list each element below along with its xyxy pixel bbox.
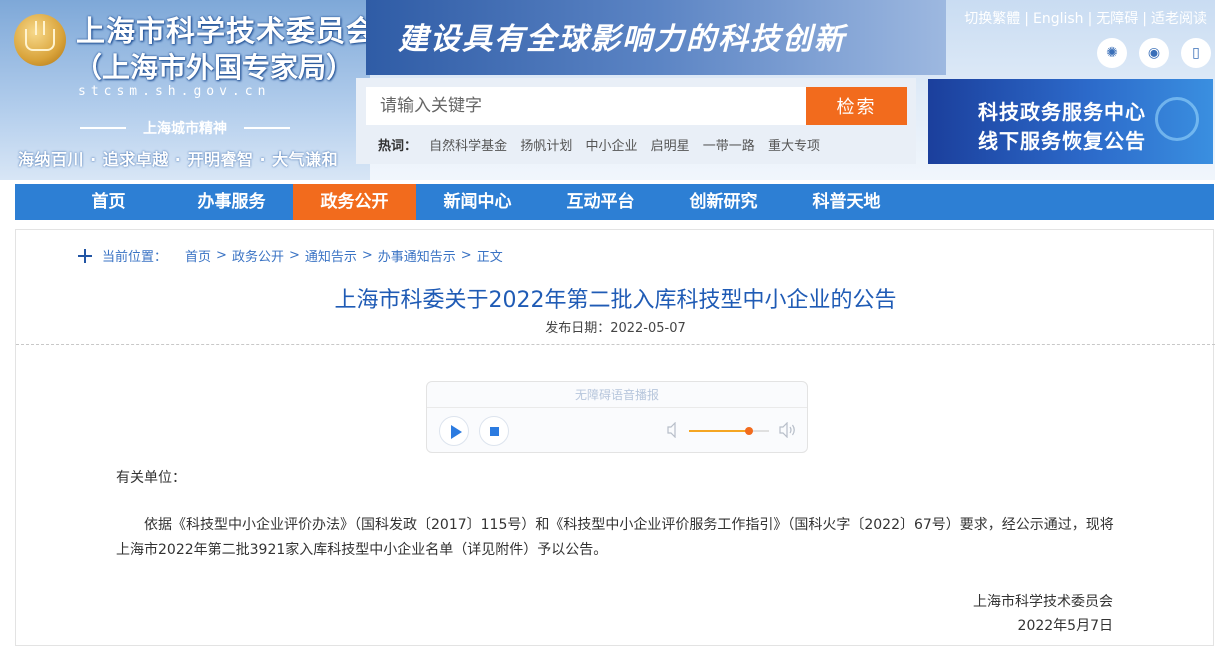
elderly-reading-link[interactable]: 适老阅读 — [1151, 11, 1207, 27]
title-divider — [16, 344, 1215, 345]
nav-interaction[interactable]: 互动平台 — [539, 184, 662, 220]
breadcrumb-label: 当前位置： — [102, 250, 168, 265]
hot-word-link[interactable]: 一带一路 — [703, 139, 755, 154]
nav-news-center[interactable]: 新闻中心 — [416, 184, 539, 220]
breadcrumb-arrow: > — [460, 248, 472, 263]
utility-separator: | — [1024, 11, 1029, 27]
location-icon — [78, 248, 92, 263]
hot-word-link[interactable]: 扬帆计划 — [520, 139, 572, 154]
addressee: 有关单位： — [116, 470, 186, 486]
publish-date-value: 2022-05-07 — [610, 321, 686, 336]
breadcrumb-notices[interactable]: 通知告示 — [305, 246, 357, 265]
nav-home[interactable]: 首页 — [47, 184, 170, 220]
publish-date-label: 发布日期： — [545, 321, 611, 336]
signature-date: 2022年5月7日 — [1017, 618, 1113, 634]
government-emblem-icon — [14, 14, 66, 66]
nav-government-affairs[interactable]: 政务公开 — [293, 184, 416, 220]
search-panel: 检索 热词： 自然科学基金 扬帆计划 中小企业 启明星 一带一路 重大专项 — [356, 78, 916, 164]
header-banner: 建设具有全球影响力的科技创新 — [366, 0, 946, 75]
social-links: ✺ ◉ ▯ — [1097, 38, 1211, 68]
org-name: 上海市科学技术委员会 — [76, 14, 377, 48]
nav-innovation-research[interactable]: 创新研究 — [662, 184, 785, 220]
breadcrumb-arrow: > — [288, 248, 300, 263]
volume-down-icon[interactable] — [667, 422, 681, 438]
wechat-icon[interactable]: ◉ — [1139, 38, 1169, 68]
nav-services[interactable]: 办事服务 — [170, 184, 293, 220]
hot-word-link[interactable]: 启明星 — [651, 139, 690, 154]
city-spirit-slogan: 海纳百川 · 追求卓越 · 开明睿智 · 大气谦和 — [18, 150, 339, 169]
hot-word-link[interactable]: 重大专项 — [768, 139, 820, 154]
volume-slider-fill — [689, 430, 749, 432]
hot-word-link[interactable]: 中小企业 — [585, 139, 637, 154]
breadcrumb-current: 正文 — [476, 250, 503, 265]
article-panel: 当前位置： 首页 > 政务公开 > 通知告示 > 办事通知告示 > 正文 上海市… — [15, 229, 1215, 646]
breadcrumb-service-notices[interactable]: 办事通知告示 — [378, 246, 456, 265]
audio-player: 无障碍语音播报 — [426, 381, 808, 453]
article-paragraph: 依据《科技型中小企业评价办法》（国科发政〔2017〕115号）和《科技型中小企业… — [116, 517, 1114, 558]
ad-line-1: 科技政务服务中心 — [978, 100, 1146, 124]
ad-line-2: 线下服务恢复公告 — [978, 129, 1146, 153]
hot-words: 热词： 自然科学基金 扬帆计划 中小企业 启明星 一带一路 重大专项 — [378, 135, 829, 154]
weibo-icon[interactable]: ✺ — [1097, 38, 1127, 68]
volume-slider-knob[interactable] — [745, 427, 753, 435]
breadcrumb-arrow: > — [361, 248, 373, 263]
city-spirit-title: 上海城市精神 — [70, 118, 300, 138]
traditional-chinese-link[interactable]: 切换繁體 — [964, 11, 1020, 27]
org-subtitle: （上海市外国专家局） — [74, 51, 355, 84]
nav-science-popularization[interactable]: 科普天地 — [785, 184, 908, 220]
hot-words-label: 热词： — [378, 139, 418, 154]
breadcrumb-home[interactable]: 首页 — [185, 246, 211, 265]
volume-slider[interactable] — [689, 427, 769, 435]
play-button[interactable] — [439, 416, 469, 446]
search-input[interactable] — [366, 87, 806, 125]
site-domain: stcsm.sh.gov.cn — [78, 84, 271, 99]
publish-date: 发布日期：2022-05-07 — [16, 317, 1215, 336]
signature: 上海市科学技术委员会 2022年5月7日 — [973, 590, 1113, 638]
utility-separator: | — [1087, 11, 1093, 27]
site-header: 上海市科学技术委员会 （上海市外国专家局） stcsm.sh.gov.cn 上海… — [0, 0, 1215, 180]
mobile-icon[interactable]: ▯ — [1181, 38, 1211, 68]
article-title: 上海市科委关于2022年第二批入库科技型中小企业的公告 — [334, 288, 897, 313]
breadcrumb-arrow: > — [216, 248, 227, 263]
english-link[interactable]: English — [1033, 11, 1084, 27]
search-button[interactable]: 检索 — [806, 87, 907, 125]
audio-player-title: 无障碍语音播报 — [427, 382, 807, 408]
stop-button[interactable] — [479, 416, 509, 446]
utility-links: 切换繁體 | English | 无障碍 | 适老阅读 — [964, 8, 1207, 28]
main-nav: 首页 办事服务 政务公开 新闻中心 互动平台 创新研究 科普天地 — [15, 184, 1214, 220]
signature-org: 上海市科学技术委员会 — [973, 594, 1113, 610]
banner-slogan: 建设具有全球影响力的科技创新 — [398, 22, 846, 57]
hot-word-link[interactable]: 自然科学基金 — [429, 139, 507, 154]
breadcrumb-government-affairs[interactable]: 政务公开 — [232, 246, 284, 265]
utility-separator: | — [1142, 11, 1147, 27]
accessibility-link[interactable]: 无障碍 — [1096, 11, 1138, 27]
volume-up-icon[interactable] — [779, 422, 797, 438]
service-center-ad[interactable]: 科技政务服务中心 线下服务恢复公告 — [928, 79, 1213, 164]
breadcrumb: 当前位置： 首页 > 政务公开 > 通知告示 > 办事通知告示 > 正文 — [78, 246, 503, 265]
